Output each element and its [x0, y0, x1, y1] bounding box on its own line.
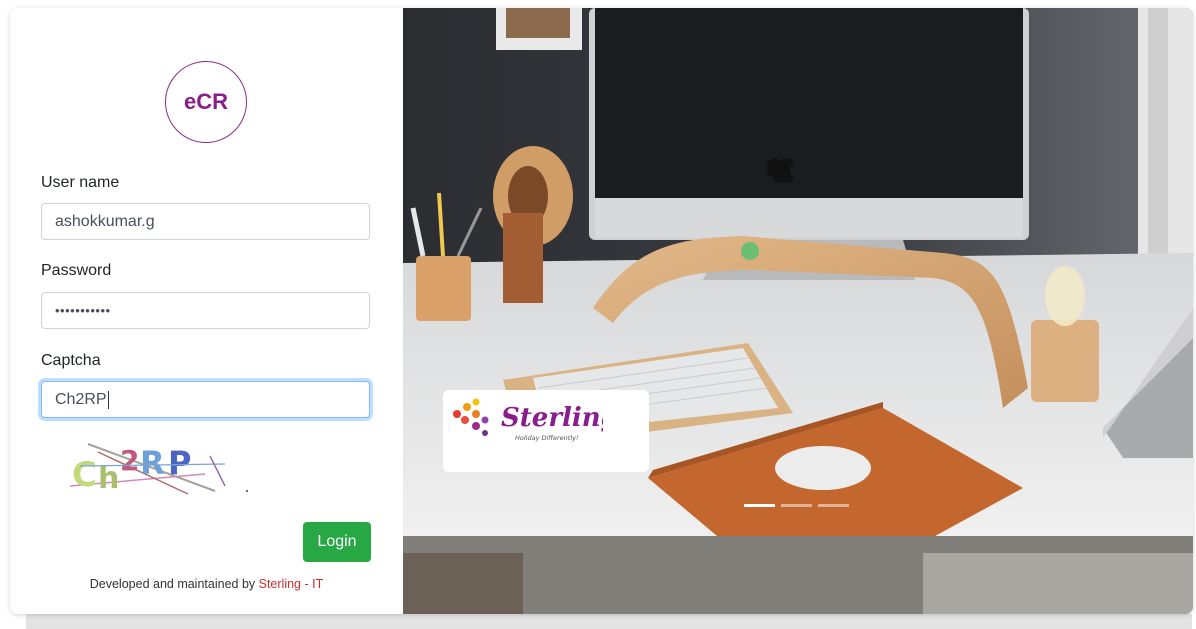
app-logo: eCR [165, 61, 247, 143]
captcha-label: Captcha [41, 352, 101, 369]
login-panel: eCR User name ashokkumar.g Password ••••… [10, 8, 403, 614]
captcha-char-p: P [168, 444, 191, 482]
captcha-value: Ch2RP [55, 390, 107, 408]
username-field[interactable]: ashokkumar.g [41, 203, 370, 240]
sterling-brand-name: Sterling [501, 403, 603, 433]
captcha-field[interactable]: Ch2RP [41, 381, 370, 418]
login-button[interactable]: Login [303, 522, 371, 562]
captcha-char-r: R [140, 444, 165, 482]
carousel-indicators [744, 504, 849, 507]
password-value: ••••••••••• [55, 303, 111, 318]
desk-photo [403, 8, 1193, 614]
footer: Developed and maintained by Sterling - I… [10, 577, 403, 591]
sterling-logo-card: Sterling Holiday Differently! [443, 390, 649, 472]
username-value: ashokkumar.g [55, 212, 155, 230]
page-shadow [26, 614, 1192, 629]
carousel-indicator-1[interactable] [744, 504, 775, 507]
login-card: eCR User name ashokkumar.g Password ••••… [10, 8, 1193, 614]
password-label: Password [41, 262, 112, 279]
footer-text: Developed and maintained by [89, 577, 259, 591]
carousel-indicator-3[interactable] [818, 504, 849, 507]
password-field[interactable]: ••••••••••• [41, 292, 370, 329]
captcha-char-c: C [72, 455, 97, 495]
sterling-tagline: Holiday Differently! [515, 434, 579, 442]
sterling-logo: Sterling Holiday Differently! [453, 398, 603, 442]
captcha-image: C h 2 R P [69, 443, 248, 496]
carousel-slide: Sterling Holiday Differently! [403, 8, 1193, 614]
carousel-indicator-2[interactable] [781, 504, 812, 507]
captcha-char-2: 2 [120, 444, 139, 477]
username-label: User name [41, 174, 120, 191]
footer-brand-link[interactable]: Sterling - IT [259, 577, 324, 591]
text-caret [107, 390, 109, 409]
